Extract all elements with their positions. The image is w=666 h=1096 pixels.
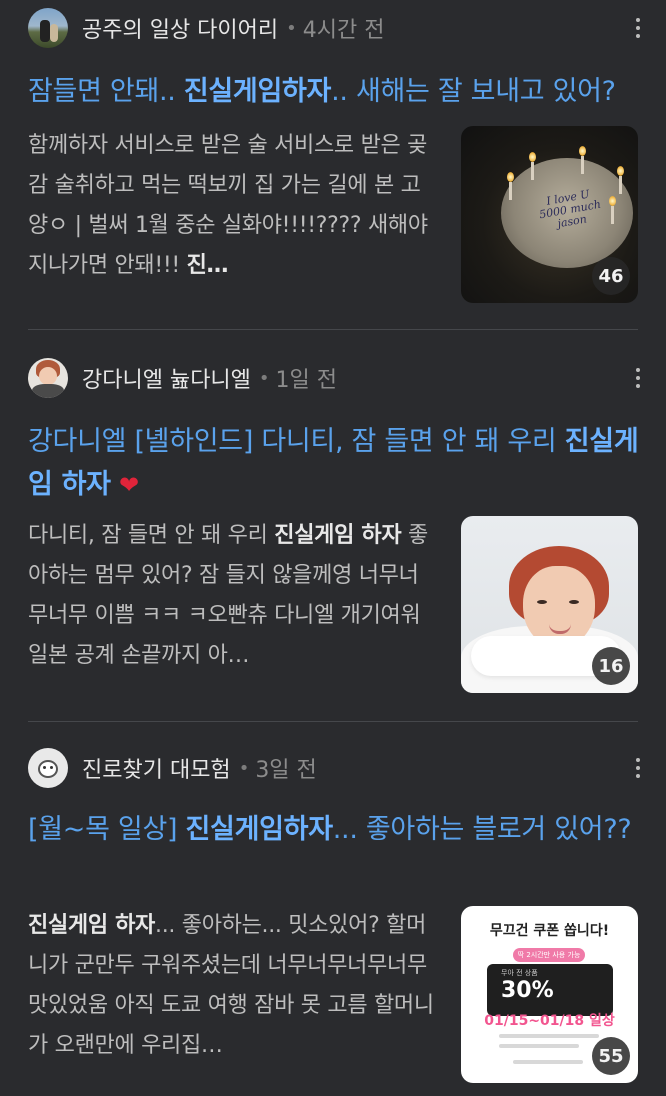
- author-name[interactable]: 공주의 일상 다이어리: [82, 12, 278, 44]
- eye: [569, 600, 579, 604]
- snippet-highlight: 진…: [186, 253, 229, 278]
- title-highlight: 진실게임하자: [183, 76, 332, 107]
- post-snippet[interactable]: 다니티, 잠 들면 안 돼 우리 진실게임 하자 좋아하는 멈무 있어? 잠 들…: [28, 516, 438, 680]
- author-row: 강다니엘 늂다니엘 • 1일 전: [28, 358, 646, 398]
- title-text: .. 새해는 잘 보내고 있어?: [331, 76, 616, 107]
- title-text: [월~목 일상]: [28, 814, 186, 845]
- candle: [531, 162, 534, 180]
- post-title[interactable]: 잠들면 안돼.. 진실게임하자.. 새해는 잘 보내고 있어?: [28, 70, 642, 113]
- flame: [507, 172, 514, 182]
- candle: [509, 182, 512, 200]
- coupon-fineprint: [499, 1034, 599, 1038]
- author-name[interactable]: 강다니엘 늂다니엘: [82, 362, 251, 394]
- candle: [611, 206, 614, 224]
- more-options-icon[interactable]: [628, 364, 648, 392]
- post-snippet[interactable]: 함께하자 서비스로 받은 술 서비스로 받은 곶감 술취하고 먹는 떡보끼 집 …: [28, 126, 438, 290]
- post-card[interactable]: 강다니엘 늂다니엘 • 1일 전 강다니엘 [녤하인드] 다니티, 잠 들면 안…: [0, 330, 666, 722]
- post-title[interactable]: [월~목 일상] 진실게임하자... 좋아하는 블로거 있어??: [28, 808, 642, 851]
- post-card[interactable]: 진로찾기 대모험 • 3일 전 [월~목 일상] 진실게임하자... 좋아하는 …: [0, 722, 666, 1096]
- coupon-date: 01/15~01/18 일상: [484, 1013, 615, 1029]
- title-text: 잠들면 안돼..: [28, 76, 184, 107]
- coupon-title: 무끄건 쿠폰 쏩니다!: [489, 923, 610, 939]
- post-time: 4시간 전: [302, 18, 385, 43]
- coupon-pill: 딱 2시간만 사용 가능: [513, 948, 585, 962]
- candle: [619, 176, 622, 194]
- post-snippet[interactable]: 진실게임 하자... 좋아하는... 밋소있어? 할머니가 군만두 구워주셨는데…: [28, 906, 438, 1070]
- title-highlight: 진실게임하자: [185, 814, 334, 845]
- title-text: 강다니엘 [녤하인드] 다니티, 잠 들면 안 돼 우리: [28, 426, 565, 457]
- coupon-pct-label: 무아 전 상품: [501, 969, 538, 977]
- post-thumbnail[interactable]: 무끄건 쿠폰 쏩니다! 딱 2시간만 사용 가능 무아 전 상품 30% 01/…: [461, 906, 638, 1083]
- flame: [617, 166, 624, 176]
- eye: [537, 600, 547, 604]
- title-text: ... 좋아하는 블로거 있어??: [332, 814, 632, 845]
- candle: [581, 156, 584, 174]
- coupon-percent: 30%: [501, 978, 554, 1003]
- post-thumbnail[interactable]: I love U 5000 much jason 46: [461, 126, 638, 303]
- image-count-badge: 55: [592, 1037, 630, 1075]
- separator-dot: •: [258, 367, 270, 389]
- snippet-text: 다니티, 잠 들면 안 돼 우리: [28, 523, 275, 548]
- flame: [529, 152, 536, 162]
- coupon-fineprint: [513, 1060, 583, 1064]
- heart-icon: ❤: [119, 471, 139, 499]
- post-time: 3일 전: [255, 758, 317, 783]
- flame: [609, 196, 616, 206]
- separator-dot: •: [238, 757, 250, 779]
- author-row: 공주의 일상 다이어리 • 4시간 전: [28, 8, 646, 48]
- author-avatar[interactable]: [28, 358, 68, 398]
- author-row: 진로찾기 대모험 • 3일 전: [28, 748, 646, 788]
- title-text: [111, 469, 119, 500]
- image-count-badge: 16: [592, 647, 630, 685]
- more-options-icon[interactable]: [628, 14, 648, 42]
- author-avatar[interactable]: [28, 748, 68, 788]
- flame: [579, 146, 586, 156]
- more-options-icon[interactable]: [628, 754, 648, 782]
- snippet-highlight: 진실게임 하자: [274, 523, 402, 548]
- image-count-badge: 46: [592, 257, 630, 295]
- post-card[interactable]: 공주의 일상 다이어리 • 4시간 전 잠들면 안돼.. 진실게임하자.. 새해…: [0, 0, 666, 330]
- post-title[interactable]: 강다니엘 [녤하인드] 다니티, 잠 들면 안 돼 우리 진실게임 하자 ❤: [28, 420, 642, 507]
- coupon-fineprint: [499, 1044, 579, 1048]
- author-avatar[interactable]: [28, 8, 68, 48]
- post-time: 1일 전: [275, 368, 338, 393]
- separator-dot: •: [286, 17, 297, 39]
- author-name[interactable]: 진로찾기 대모험: [82, 752, 231, 784]
- post-thumbnail[interactable]: 16: [461, 516, 638, 693]
- snippet-highlight: 진실게임 하자: [28, 913, 155, 938]
